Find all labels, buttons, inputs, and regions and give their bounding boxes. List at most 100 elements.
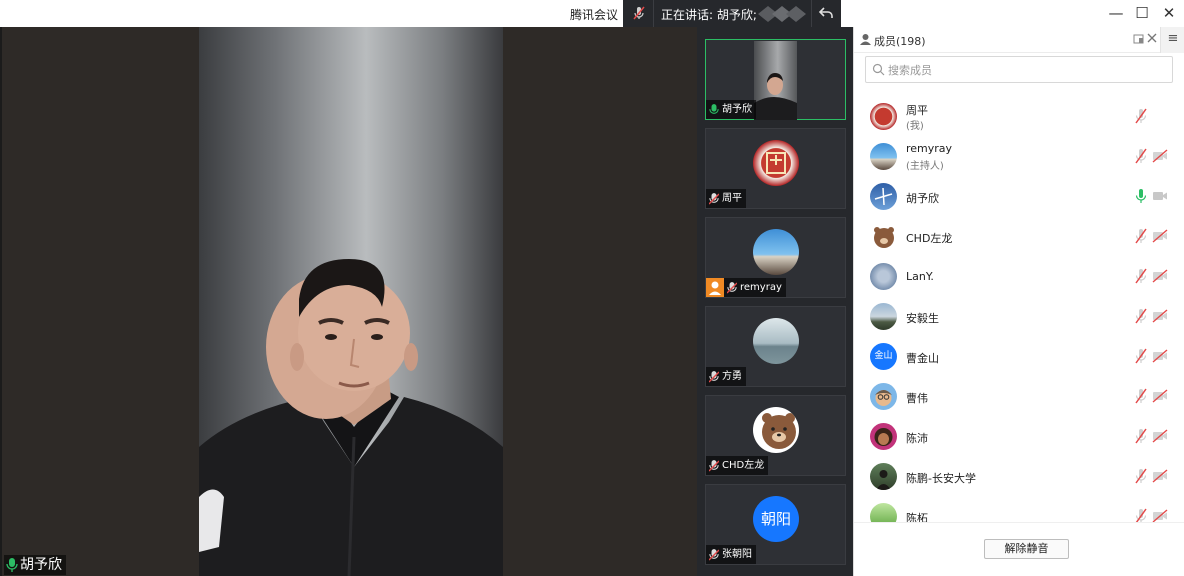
video-thumbnail-strip: 胡予欣 周平 remyray 方勇 CHD左龙 朝阳 张朝阳 bbox=[697, 27, 853, 576]
member-name: 安毅生 bbox=[906, 312, 939, 325]
mic-muted-icon[interactable] bbox=[1133, 308, 1149, 324]
member-name: LanY. bbox=[906, 270, 934, 283]
thumbnail-label: 胡予欣 bbox=[706, 100, 756, 119]
member-role: (我) bbox=[906, 121, 924, 132]
avatar bbox=[870, 463, 897, 490]
camera-off-icon[interactable] bbox=[1152, 469, 1168, 483]
mic-muted-icon[interactable] bbox=[1133, 428, 1149, 444]
camera-off-icon[interactable] bbox=[1152, 349, 1168, 363]
member-name: 陈柘 bbox=[906, 512, 928, 522]
thumbnail-label: 张朝阳 bbox=[706, 545, 756, 564]
speaker-name-tag: 胡予欣 bbox=[4, 555, 66, 575]
mic-muted-icon bbox=[709, 192, 719, 204]
camera-off-icon[interactable] bbox=[1152, 149, 1168, 163]
thumbnail-label: 周平 bbox=[706, 189, 746, 208]
speaker-name: 胡予欣 bbox=[20, 557, 62, 573]
member-row[interactable]: 陈沛 bbox=[854, 417, 1184, 457]
member-list: 周平 (我) remyray (主持人) 胡予欣 CHD左龙 LanY. 安毅生… bbox=[854, 97, 1184, 522]
member-row[interactable]: 金山 曹金山 bbox=[854, 337, 1184, 377]
app-title: 腾讯会议 bbox=[570, 8, 619, 22]
member-row[interactable]: 周平 (我) bbox=[854, 97, 1184, 137]
host-badge-icon bbox=[706, 278, 724, 297]
mic-muted-icon[interactable] bbox=[631, 5, 647, 21]
mic-muted-icon[interactable] bbox=[1133, 348, 1149, 364]
member-search[interactable] bbox=[865, 56, 1173, 83]
popout-icon[interactable] bbox=[1132, 32, 1146, 46]
mic-active-icon[interactable] bbox=[1133, 188, 1149, 204]
mic-muted-icon[interactable] bbox=[1133, 468, 1149, 484]
thumbnail-video bbox=[754, 41, 797, 120]
speaker-person-image bbox=[199, 259, 503, 576]
thumbnail-tile[interactable]: 朝阳 张朝阳 bbox=[705, 484, 846, 565]
members-panel-footer: 解除静音 bbox=[854, 522, 1184, 576]
avatar bbox=[753, 229, 799, 275]
member-row[interactable]: remyray (主持人) bbox=[854, 137, 1184, 177]
minimize-button[interactable]: — bbox=[1102, 2, 1130, 24]
speaker-video bbox=[199, 27, 503, 576]
thumbnail-label: remyray bbox=[724, 278, 786, 297]
blurred-names-overlay bbox=[758, 6, 806, 22]
member-name: 曹金山 bbox=[906, 352, 939, 365]
camera-off-icon[interactable] bbox=[1152, 269, 1168, 283]
mic-muted-icon[interactable] bbox=[1133, 508, 1149, 522]
mic-muted-icon bbox=[709, 459, 719, 471]
maximize-button[interactable]: ☐ bbox=[1128, 2, 1156, 24]
camera-off-icon[interactable] bbox=[1152, 509, 1168, 522]
avatar bbox=[870, 103, 897, 130]
member-row[interactable]: 陈鹏-长安大学 bbox=[854, 457, 1184, 497]
mic-muted-icon[interactable] bbox=[1133, 108, 1149, 124]
thumbnail-label: 方勇 bbox=[706, 367, 746, 386]
camera-off-icon[interactable] bbox=[1152, 309, 1168, 323]
mic-muted-icon[interactable] bbox=[1133, 268, 1149, 284]
avatar bbox=[753, 407, 799, 453]
main-video-stage[interactable]: 胡予欣 bbox=[0, 27, 697, 576]
camera-icon[interactable] bbox=[1152, 189, 1168, 203]
search-input[interactable] bbox=[888, 61, 1158, 79]
member-row[interactable]: 安毅生 bbox=[854, 297, 1184, 337]
camera-off-icon[interactable] bbox=[1152, 229, 1168, 243]
thumbnail-tile[interactable]: CHD左龙 bbox=[705, 395, 846, 476]
members-panel-header: 成员(198) ≡ bbox=[854, 27, 1184, 53]
close-button[interactable]: ✕ bbox=[1155, 2, 1183, 24]
camera-off-icon[interactable] bbox=[1152, 429, 1168, 443]
mic-muted-icon[interactable] bbox=[1133, 228, 1149, 244]
mic-muted-icon[interactable] bbox=[1133, 148, 1149, 164]
mic-muted-icon[interactable] bbox=[1133, 388, 1149, 404]
member-row[interactable]: CHD左龙 bbox=[854, 217, 1184, 257]
member-row[interactable]: 陈柘 bbox=[854, 497, 1184, 522]
panel-menu-button[interactable]: ≡ bbox=[1160, 27, 1184, 53]
member-row[interactable]: 曹伟 bbox=[854, 377, 1184, 417]
member-role: (主持人) bbox=[906, 161, 944, 172]
thumbnail-tile[interactable]: 周平 bbox=[705, 128, 846, 209]
avatar: 金山 bbox=[870, 343, 897, 370]
members-title: 成员(198) bbox=[874, 35, 926, 48]
member-row[interactable]: LanY. bbox=[854, 257, 1184, 297]
member-name: CHD左龙 bbox=[906, 232, 953, 245]
mic-active-icon bbox=[709, 103, 719, 114]
mic-muted-icon bbox=[727, 281, 737, 293]
thumbnail-label: CHD左龙 bbox=[706, 456, 769, 475]
unmute-button[interactable]: 解除静音 bbox=[984, 539, 1069, 559]
speaking-text: 正在讲话: 胡予欣; bbox=[661, 8, 757, 22]
mic-active-icon bbox=[6, 558, 18, 572]
avatar bbox=[870, 223, 897, 250]
return-icon[interactable] bbox=[817, 4, 835, 22]
avatar bbox=[870, 263, 897, 290]
camera-off-icon[interactable] bbox=[1152, 389, 1168, 403]
avatar bbox=[870, 303, 897, 330]
thumbnail-tile[interactable]: remyray bbox=[705, 217, 846, 298]
member-name: 胡予欣 bbox=[906, 192, 939, 205]
avatar bbox=[870, 423, 897, 450]
avatar bbox=[753, 140, 799, 186]
close-panel-icon[interactable] bbox=[1145, 30, 1159, 46]
mic-muted-icon bbox=[709, 370, 719, 382]
members-panel: 成员(198) ≡ 周平 (我) remyray (主持人) 胡 bbox=[853, 27, 1184, 576]
avatar bbox=[870, 503, 897, 522]
avatar: 朝阳 bbox=[753, 496, 799, 542]
speaking-indicator-bar: 正在讲话: 胡予欣; bbox=[623, 0, 841, 27]
thumbnail-tile[interactable]: 方勇 bbox=[705, 306, 846, 387]
search-icon bbox=[872, 63, 885, 76]
title-bar: 腾讯会议 正在讲话: 胡予欣; — ☐ ✕ bbox=[0, 0, 1184, 27]
thumbnail-tile[interactable]: 胡予欣 bbox=[705, 39, 846, 120]
member-row[interactable]: 胡予欣 bbox=[854, 177, 1184, 217]
